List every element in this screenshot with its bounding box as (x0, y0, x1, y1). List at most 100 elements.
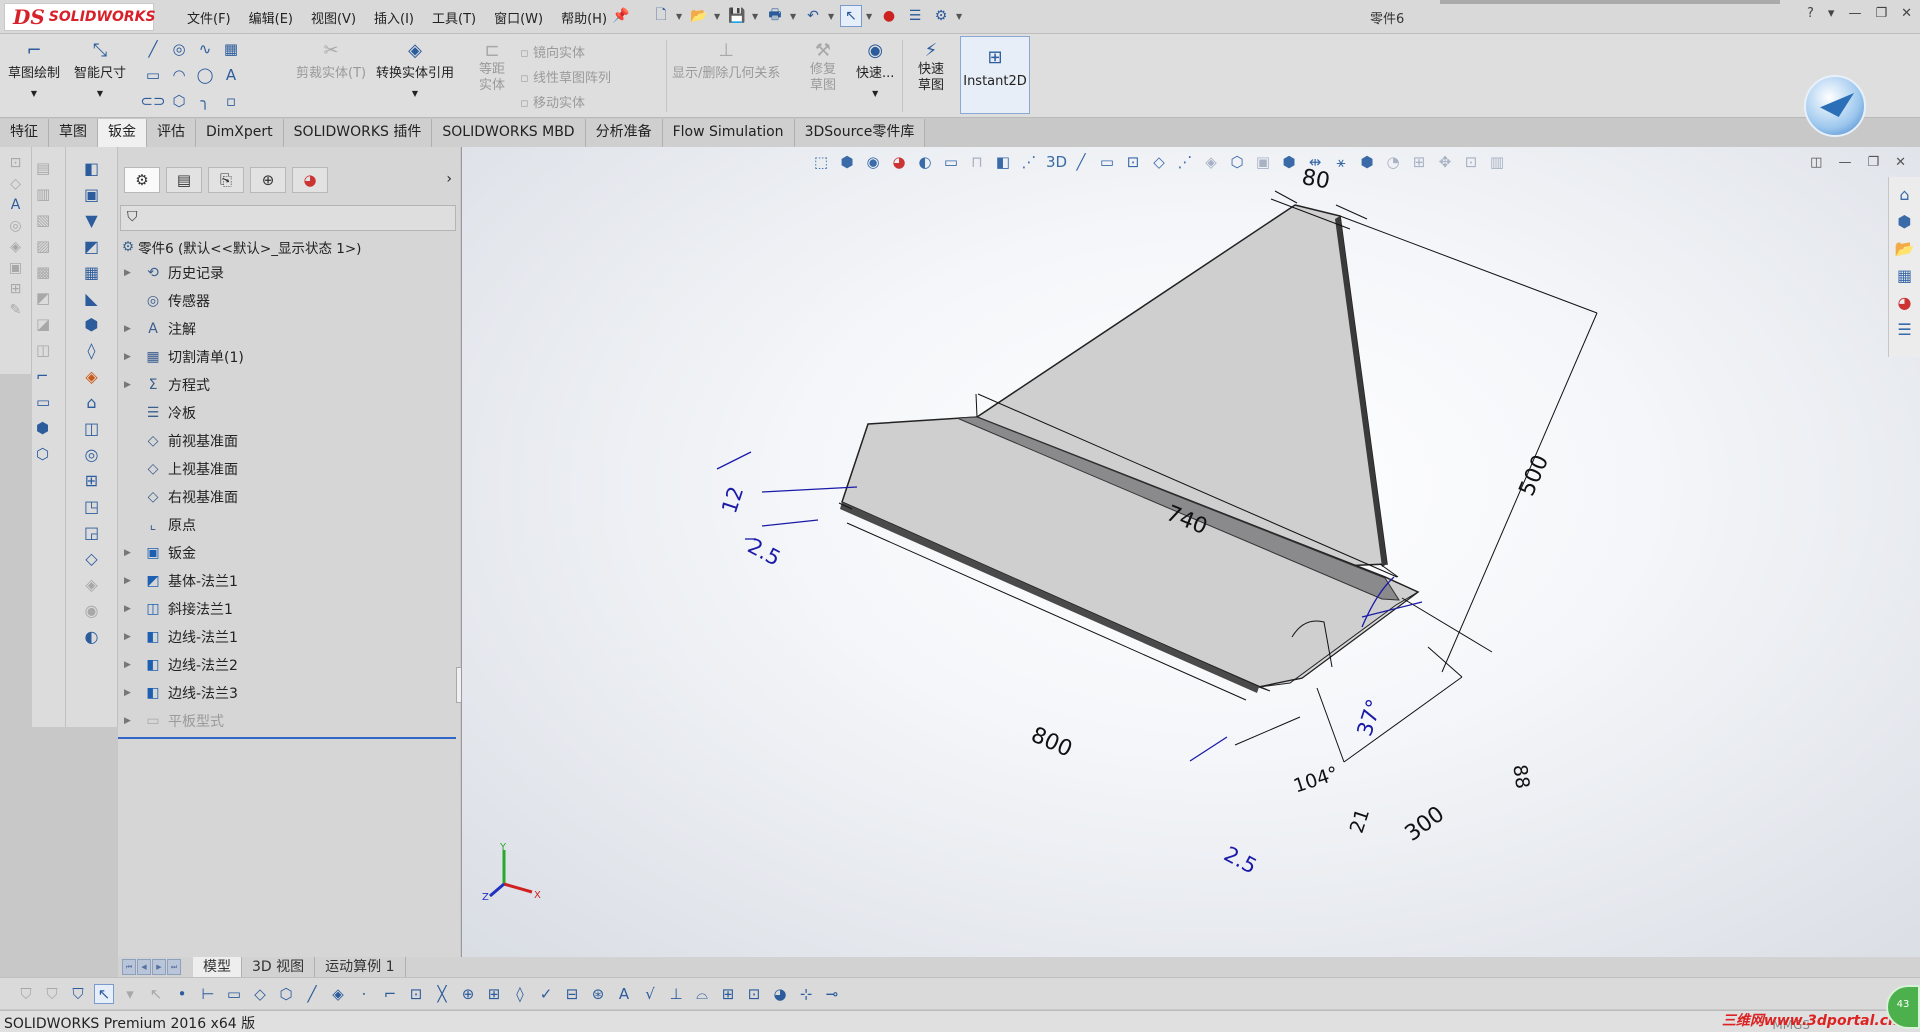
tree-node[interactable]: ▶ ⟲ 历史记录 (118, 259, 458, 287)
dim-37[interactable]: 37° (1352, 696, 1386, 739)
chevron-down-icon[interactable]: ▼ (790, 12, 798, 21)
chevron-down-icon[interactable]: ▼ (31, 89, 37, 98)
tab-mbd[interactable]: SOLIDWORKS MBD (432, 119, 586, 147)
filter-note-icon[interactable]: ◊ (510, 985, 530, 1003)
extrude-icon[interactable]: ▤ (36, 159, 50, 179)
display-manager-tab-icon[interactable]: ◕ (292, 167, 328, 193)
filter-balloon-icon[interactable]: ⌓ (692, 985, 712, 1003)
edge-flange-tool-icon[interactable]: ◩ (84, 237, 99, 257)
expand-arrow-icon[interactable]: ▶ (118, 688, 136, 698)
chamfer-tool-icon[interactable]: ◪ (36, 315, 50, 335)
trim-button[interactable]: ✂ 剪裁实体(T) (296, 38, 366, 82)
instant2d-button[interactable]: ⊞ Instant2D (960, 36, 1030, 114)
tree-node[interactable]: ◇ 上视基准面 (118, 455, 458, 483)
break-corner-icon[interactable]: ⊞ (85, 471, 98, 491)
tree-node[interactable]: ▶ ◧ 边线-法兰3 (118, 679, 458, 707)
filter-text-icon[interactable]: A (614, 985, 634, 1003)
open-icon[interactable]: 📂 (688, 5, 710, 27)
viewport-close-icon[interactable]: ✕ (1895, 155, 1906, 170)
undo-icon[interactable]: ↶ (802, 5, 824, 27)
tree-node[interactable]: ☰ 冷板 (118, 399, 458, 427)
line-icon[interactable]: ╱ (140, 40, 166, 60)
tree-node[interactable]: ▶ ▣ 钣金 (118, 539, 458, 567)
options-gear-icon[interactable]: ⚙ (930, 5, 952, 27)
filter-dim-icon[interactable]: ⊞ (484, 985, 504, 1003)
first-tab-icon[interactable]: ⏮ (122, 959, 136, 975)
tab-dimxpert[interactable]: DimXpert (196, 119, 284, 147)
display-relations-button[interactable]: ⊥ 显示/删除几何关系 (672, 38, 780, 82)
custom-properties-icon[interactable]: ☰ (1897, 320, 1911, 339)
linear-pattern-button[interactable]: 线性草图阵列 (520, 67, 611, 86)
filter-block-icon[interactable]: ⊡ (744, 985, 764, 1003)
tree-node[interactable]: ◇ 前视基准面 (118, 427, 458, 455)
design-library-icon[interactable]: ⬢ (1898, 212, 1912, 231)
filter-select-all-icon[interactable]: ⛉ (68, 985, 88, 1003)
chevron-down-icon[interactable]: ▼ (97, 89, 103, 98)
restore-icon[interactable]: ❐ (1875, 6, 1887, 21)
flatten-icon[interactable]: ◐ (85, 627, 99, 647)
quick-snaps-button[interactable]: ◉ 快速... ▼ (856, 38, 894, 99)
tab-flow-simulation[interactable]: Flow Simulation (663, 119, 795, 147)
sketch-tool-icon[interactable]: ⊡ (10, 155, 22, 171)
ellipse-icon[interactable]: ◯ (192, 66, 218, 86)
loft-icon[interactable]: ▨ (36, 237, 50, 257)
tree-node[interactable]: ◇ 右视基准面 (118, 483, 458, 511)
minimize-icon[interactable]: — (1848, 6, 1861, 21)
expand-arrow-icon[interactable]: ▶ (118, 380, 136, 390)
tab-evaluate[interactable]: 评估 (147, 119, 196, 147)
solidworks-assistant-icon[interactable] (1804, 75, 1866, 137)
filter-centerline-icon[interactable]: ⊸ (822, 985, 842, 1003)
filter-table-icon[interactable]: ⊞ (718, 985, 738, 1003)
convert-sheet-metal-icon[interactable]: ▣ (84, 185, 99, 205)
graphics-area[interactable]: ⬚ ⬢ ◉ ◕ ◐ ▭ ⊓ ◧ ⋰ 3D ╱ ▭ ⊡ ◇ ⋰ ◈ ⬡ ▣ ⬢ ⇹… (461, 75, 1920, 957)
dim-2-5-bottom[interactable]: 2.5 (1220, 842, 1261, 879)
chevron-down-icon[interactable]: ▾ (1828, 6, 1835, 21)
sketch-plane-icon[interactable]: ⌐ (36, 367, 50, 387)
tab-slot-icon[interactable]: ◲ (84, 523, 99, 543)
tree-node[interactable]: ◎ 传感器 (118, 287, 458, 315)
view-palette-icon[interactable]: ▦ (1897, 266, 1912, 285)
chevron-down-icon[interactable]: ▼ (956, 12, 964, 21)
filter-edge-icon[interactable]: ⊢ (198, 985, 218, 1003)
repair-sketch-button[interactable]: ⚒ 修复草图 (800, 38, 846, 94)
mirror-entities-button[interactable]: 镜向实体 (520, 42, 611, 61)
forming-tool-icon[interactable]: ◳ (84, 497, 99, 517)
closed-corner-icon[interactable]: ◫ (84, 419, 99, 439)
chevron-down-icon[interactable]: ▼ (872, 89, 878, 98)
fillet-icon[interactable]: ╮ (192, 92, 218, 112)
traffic-light-icon[interactable]: ● (878, 5, 900, 27)
filter-vertex-icon[interactable]: • (172, 985, 192, 1003)
jog-icon[interactable]: ⬢ (85, 315, 99, 335)
filter-solid-icon[interactable]: ⬡ (276, 985, 296, 1003)
filter-clear-icon[interactable]: ⛉ (42, 985, 62, 1003)
tree-node[interactable]: ▶ ▭ 平板型式 (118, 707, 458, 735)
expand-arrow-icon[interactable]: ▶ (118, 548, 136, 558)
display-icon[interactable]: ▭ (36, 393, 50, 413)
filter-face-icon[interactable]: ▭ (224, 985, 244, 1003)
file-explorer-icon[interactable]: 📂 (1895, 239, 1915, 258)
fillet-tool-icon[interactable]: ◩ (36, 289, 50, 309)
filter-axis-icon[interactable]: ╱ (302, 985, 322, 1003)
filter-datum-icon[interactable]: ⊛ (588, 985, 608, 1003)
menu-insert[interactable]: 插入(I) (365, 8, 423, 27)
spline-icon[interactable]: ∿ (192, 40, 218, 60)
new-document-icon[interactable]: 🗋 (650, 5, 672, 27)
dim-104[interactable]: 104° (1291, 762, 1341, 797)
point-icon[interactable]: ▦ (218, 40, 244, 60)
dim-88[interactable]: 88 (1508, 763, 1533, 790)
expand-arrow-icon[interactable]: ▶ (118, 660, 136, 670)
tab-addins[interactable]: SOLIDWORKS 插件 (284, 119, 433, 147)
chevron-down-icon[interactable]: ▼ (714, 12, 722, 21)
filter-weld-icon[interactable]: ✓ (536, 985, 556, 1003)
lofted-bend-icon[interactable]: ▼ (85, 211, 97, 231)
base-flange-tool-icon[interactable]: ◧ (84, 159, 99, 179)
sketch-tool-icon[interactable]: A (11, 197, 21, 213)
tree-root-part[interactable]: ⚙ 零件6 (默认<<默认>_显示状态 1>) (118, 235, 458, 259)
dim-800[interactable]: 800 (1027, 723, 1076, 763)
model-drawing[interactable]: 80 740 500 800 104° 21 300 88 12 2.5 37°… (462, 147, 1882, 957)
expand-arrow-icon[interactable]: ▶ (118, 268, 136, 278)
sketch-button[interactable]: ⌐ 草图绘制 ▼ (8, 38, 60, 99)
revolve-icon[interactable]: ▥ (36, 185, 50, 205)
sketch-tool-icon[interactable]: ◇ (10, 176, 21, 192)
filter-plane-icon[interactable]: ◈ (328, 985, 348, 1003)
